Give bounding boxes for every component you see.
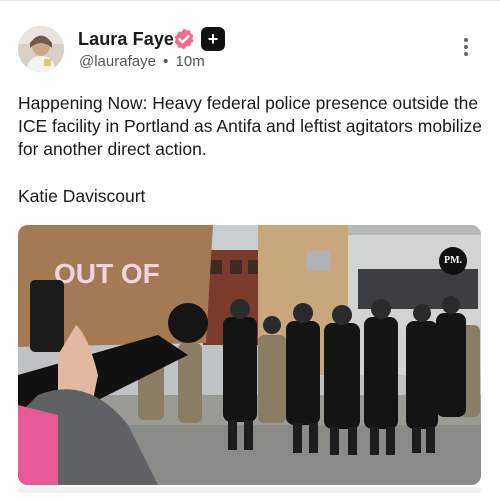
sign-text: OUT OF [54,258,160,289]
top-divider [0,0,500,1]
author-name[interactable]: Laura Faye [78,29,174,50]
separator-dot: • [163,53,169,70]
post-text: Happening Now: Heavy federal police pres… [18,93,482,159]
avatar[interactable] [18,26,64,72]
timestamp[interactable]: 10m [176,53,205,70]
watermark-logo: PM. [439,247,467,275]
handle-row: @laurafaye • 10m [79,53,205,70]
handle[interactable]: @laurafaye [79,53,156,70]
horizontal-scrollbar[interactable] [18,487,481,493]
more-vertical-icon[interactable] [459,38,473,62]
protest-photo: OUT OF [18,225,481,485]
plus-badge: + [201,27,225,51]
photo-credit: Katie Daviscourt [18,186,146,206]
verified-badge-icon [174,28,194,50]
post-image[interactable]: OUT OF PM. [18,225,481,485]
